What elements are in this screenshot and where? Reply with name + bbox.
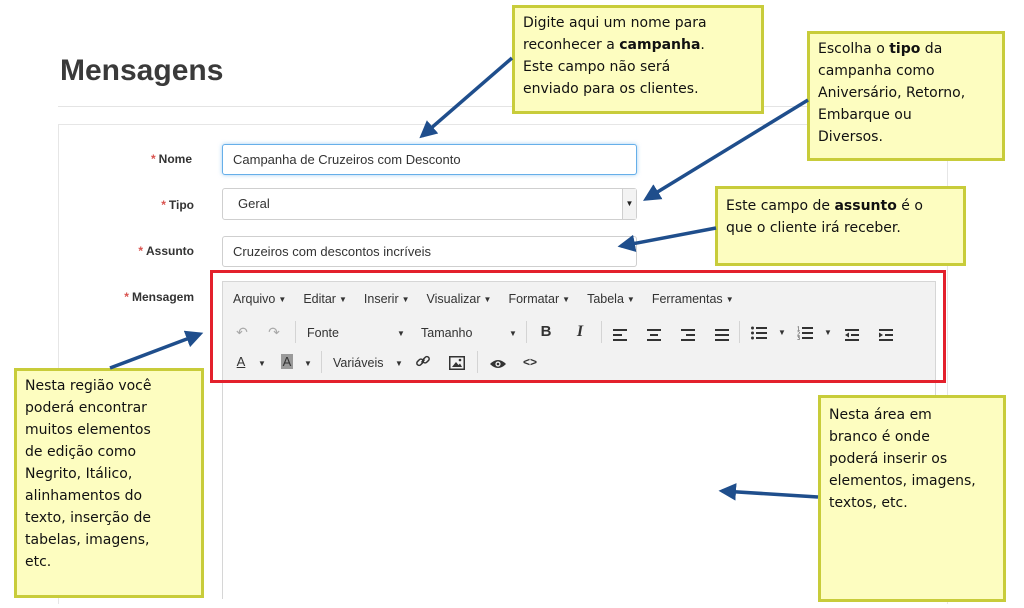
note-nome: Digite aqui um nome para reconhecer a ca… bbox=[512, 5, 764, 114]
nome-label: * Nome bbox=[150, 152, 192, 166]
required-mark: * bbox=[161, 198, 166, 212]
nome-input[interactable]: Campanha de Cruzeiros com Desconto bbox=[222, 144, 637, 175]
page-title: Mensagens bbox=[60, 54, 224, 87]
assunto-label: * Assunto bbox=[138, 244, 194, 258]
note-area: Nesta área em branco é onde poderá inser… bbox=[818, 395, 1006, 602]
chevron-down-icon[interactable]: ▼ bbox=[622, 189, 636, 219]
note-tipo: Escolha o tipo da campanha como Aniversá… bbox=[807, 31, 1005, 161]
required-mark: * bbox=[124, 290, 129, 304]
tipo-select[interactable]: Geral ▼ bbox=[222, 188, 637, 220]
note-toolbar: Nesta região você poderá encontrar muito… bbox=[14, 368, 204, 598]
note-assunto: Este campo de assunto é o que o cliente … bbox=[715, 186, 966, 266]
required-mark: * bbox=[138, 244, 143, 258]
mensagem-label: * Mensagem bbox=[124, 290, 194, 304]
toolbar-highlight-frame bbox=[210, 270, 946, 383]
tipo-label: * Tipo bbox=[161, 198, 194, 212]
required-mark: * bbox=[150, 152, 156, 166]
tipo-selected-value: Geral bbox=[238, 196, 270, 211]
assunto-input[interactable]: Cruzeiros com descontos incríveis bbox=[222, 236, 637, 267]
